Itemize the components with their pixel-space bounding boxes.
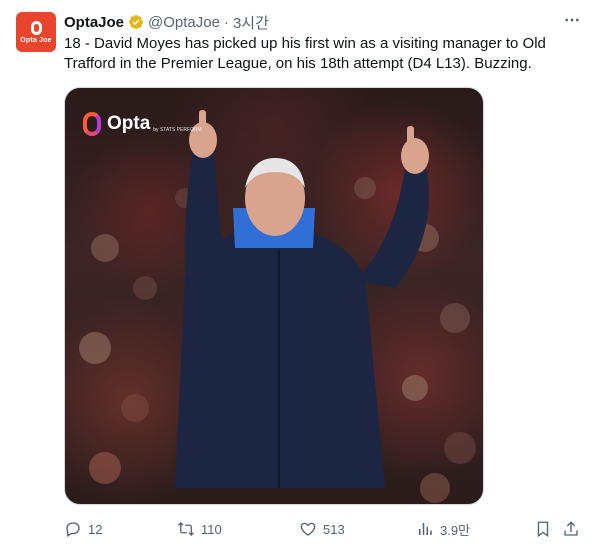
retweet-button[interactable]: 110 <box>177 520 222 538</box>
moyes-photo <box>79 110 476 503</box>
views-button[interactable]: 3.9만 <box>416 520 470 539</box>
action-bar: 12 110 513 3.9만 <box>64 518 582 540</box>
retweet-count: 110 <box>201 521 222 537</box>
tweet-image[interactable]: Opta by STATS PERFORM <box>64 87 484 505</box>
more-icon[interactable] <box>562 10 582 30</box>
like-icon <box>300 522 316 536</box>
avatar-label: Opta Joe <box>20 36 52 44</box>
like-count: 513 <box>323 521 345 537</box>
opta-logo-icon <box>30 20 42 35</box>
share-icon <box>564 521 578 536</box>
tweet-header: OptaJoe @OptaJoe · 3시간 <box>64 12 582 32</box>
reply-icon <box>66 522 80 537</box>
bookmark-icon <box>537 521 549 538</box>
author-name[interactable]: OptaJoe <box>64 14 124 31</box>
verified-badge-icon[interactable] <box>128 14 144 30</box>
share-button[interactable] <box>562 520 586 538</box>
opta-watermark: Opta by STATS PERFORM <box>83 112 202 136</box>
author-handle[interactable]: @OptaJoe <box>148 14 220 31</box>
reply-count: 12 <box>88 521 103 537</box>
post-time[interactable]: 3시간 <box>233 12 269 33</box>
reply-button[interactable]: 12 <box>64 520 102 538</box>
opta-wordmark: Opta <box>107 113 151 134</box>
opta-mark-icon <box>83 112 101 136</box>
avatar[interactable]: Opta Joe <box>16 12 56 52</box>
like-button[interactable]: 513 <box>299 520 345 538</box>
retweet-icon <box>178 522 194 536</box>
views-icon <box>419 523 432 535</box>
views-count: 3.9만 <box>440 522 471 538</box>
separator: · <box>223 13 229 31</box>
bookmark-button[interactable] <box>534 520 558 538</box>
tweet-text: 18 - David Moyes has picked up his first… <box>64 35 546 72</box>
opta-byline: by STATS PERFORM <box>153 127 202 133</box>
